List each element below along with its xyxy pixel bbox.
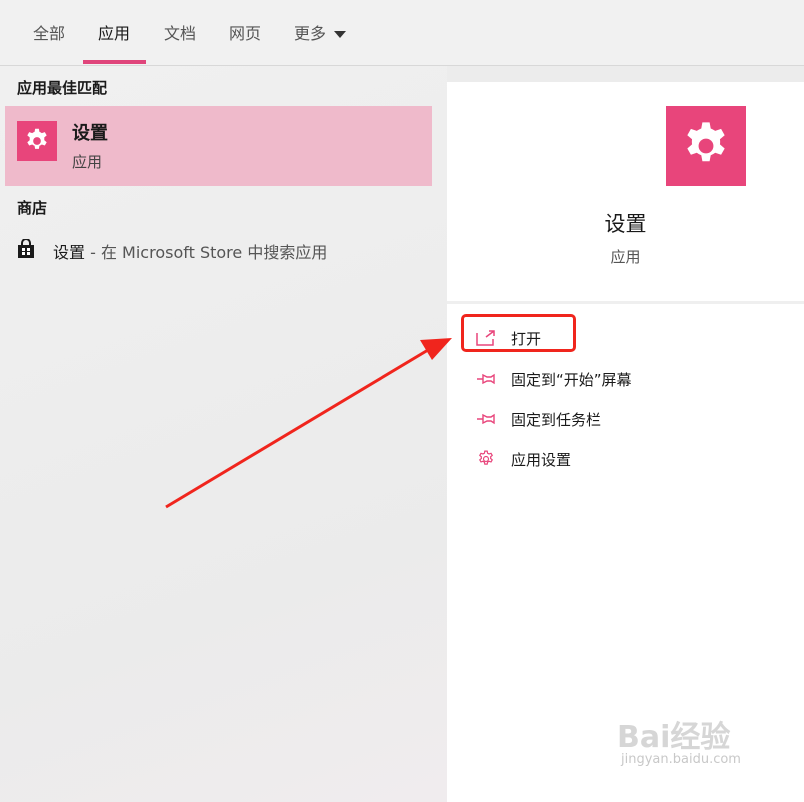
gear-icon bbox=[17, 121, 57, 161]
tab-more-label: 更多 bbox=[294, 24, 327, 43]
best-match-title: 设置 bbox=[72, 123, 108, 144]
detail-divider bbox=[447, 301, 804, 304]
tab-documents[interactable]: 文档 bbox=[164, 20, 196, 46]
best-match-subtitle: 应用 bbox=[72, 153, 103, 171]
search-tabs: 全部 应用 文档 网页 更多 bbox=[0, 0, 804, 66]
detail-pane bbox=[447, 82, 804, 802]
tab-apps[interactable]: 应用 bbox=[98, 20, 130, 46]
store-bag-icon bbox=[17, 238, 35, 263]
store-heading: 商店 bbox=[17, 199, 48, 217]
pin-to-start-action[interactable]: 固定到“开始”屏幕 bbox=[476, 367, 632, 391]
store-search-item[interactable]: 设置 - 在 Microsoft Store 中搜索应用 bbox=[17, 238, 327, 264]
pin-to-taskbar-action[interactable]: 固定到任务栏 bbox=[476, 407, 601, 431]
best-match-item[interactable] bbox=[5, 106, 432, 186]
app-large-gear-icon bbox=[666, 106, 746, 186]
tab-web[interactable]: 网页 bbox=[229, 20, 261, 46]
pin-icon bbox=[476, 409, 496, 429]
active-tab-indicator bbox=[83, 60, 146, 64]
detail-app-title: 设置 bbox=[604, 212, 647, 236]
store-item-suffix: - 在 Microsoft Store 中搜索应用 bbox=[85, 243, 328, 262]
pin-to-taskbar-label: 固定到任务栏 bbox=[511, 410, 602, 429]
best-match-heading: 应用最佳匹配 bbox=[17, 79, 108, 97]
app-settings-label: 应用设置 bbox=[511, 450, 572, 469]
tab-all[interactable]: 全部 bbox=[33, 20, 65, 46]
pin-icon bbox=[476, 369, 496, 389]
chevron-down-icon bbox=[334, 31, 347, 38]
pin-to-start-label: 固定到“开始”屏幕 bbox=[511, 370, 632, 389]
app-settings-action[interactable]: 应用设置 bbox=[476, 447, 571, 471]
store-item-title: 设置 bbox=[53, 243, 86, 262]
watermark-brand: Bai经验 bbox=[617, 720, 731, 755]
gear-outline-icon bbox=[476, 449, 496, 469]
tab-more[interactable]: 更多 bbox=[294, 20, 347, 46]
annotation-highlight-box bbox=[461, 314, 576, 352]
watermark-url: jingyan.baidu.com bbox=[621, 752, 741, 767]
detail-app-subtitle: 应用 bbox=[610, 248, 641, 266]
